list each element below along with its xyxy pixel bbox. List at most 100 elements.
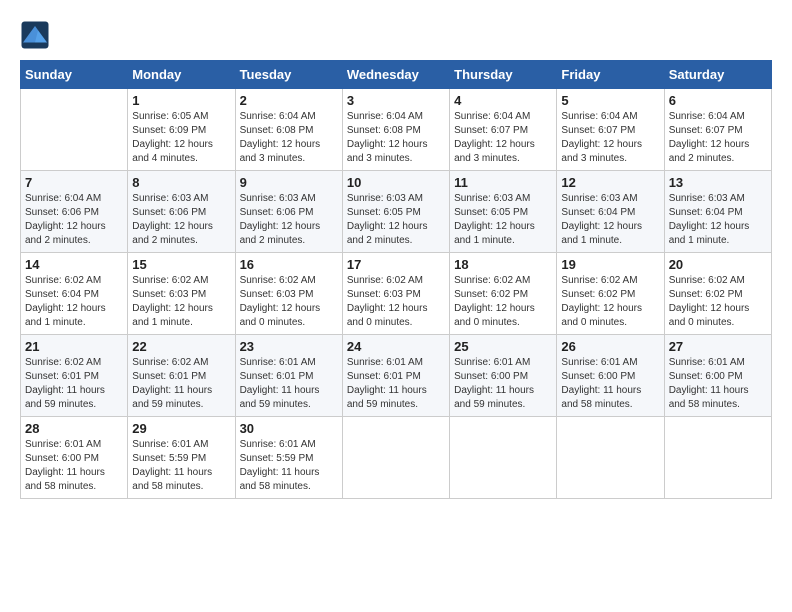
day-detail: Sunrise: 6:02 AM Sunset: 6:04 PM Dayligh… (25, 274, 123, 330)
day-detail: Sunrise: 6:01 AM Sunset: 6:01 PM Dayligh… (347, 356, 445, 412)
day-detail: Sunrise: 6:03 AM Sunset: 6:04 PM Dayligh… (669, 192, 767, 248)
calendar-cell: 4 Sunrise: 6:04 AM Sunset: 6:07 PM Daylig… (450, 89, 557, 171)
day-detail: Sunrise: 6:02 AM Sunset: 6:01 PM Dayligh… (132, 356, 230, 412)
day-number: 17 (347, 257, 445, 272)
day-number: 26 (561, 339, 659, 354)
calendar-cell: 10 Sunrise: 6:03 AM Sunset: 6:05 PM Dayli… (342, 171, 449, 253)
day-detail: Sunrise: 6:01 AM Sunset: 6:00 PM Dayligh… (669, 356, 767, 412)
day-detail: Sunrise: 6:03 AM Sunset: 6:05 PM Dayligh… (347, 192, 445, 248)
calendar-cell: 19 Sunrise: 6:02 AM Sunset: 6:02 PM Dayli… (557, 253, 664, 335)
day-detail: Sunrise: 6:04 AM Sunset: 6:07 PM Dayligh… (669, 110, 767, 166)
day-header-tuesday: Tuesday (235, 61, 342, 89)
day-detail: Sunrise: 6:02 AM Sunset: 6:02 PM Dayligh… (669, 274, 767, 330)
calendar-cell: 24 Sunrise: 6:01 AM Sunset: 6:01 PM Dayli… (342, 335, 449, 417)
day-number: 25 (454, 339, 552, 354)
day-number: 24 (347, 339, 445, 354)
day-detail: Sunrise: 6:02 AM Sunset: 6:02 PM Dayligh… (454, 274, 552, 330)
day-number: 23 (240, 339, 338, 354)
day-detail: Sunrise: 6:04 AM Sunset: 6:07 PM Dayligh… (454, 110, 552, 166)
day-detail: Sunrise: 6:01 AM Sunset: 5:59 PM Dayligh… (240, 438, 338, 494)
day-number: 29 (132, 421, 230, 436)
day-detail: Sunrise: 6:03 AM Sunset: 6:06 PM Dayligh… (132, 192, 230, 248)
day-detail: Sunrise: 6:04 AM Sunset: 6:06 PM Dayligh… (25, 192, 123, 248)
day-number: 5 (561, 93, 659, 108)
day-number: 11 (454, 175, 552, 190)
day-header-monday: Monday (128, 61, 235, 89)
day-number: 2 (240, 93, 338, 108)
calendar-cell: 5Sunrise: 6:04 AM Sunset: 6:07 PM Daylig… (557, 89, 664, 171)
day-number: 7 (25, 175, 123, 190)
day-number: 14 (25, 257, 123, 272)
day-detail: Sunrise: 6:02 AM Sunset: 6:03 PM Dayligh… (132, 274, 230, 330)
calendar-cell: 9 Sunrise: 6:03 AM Sunset: 6:06 PM Daylig… (235, 171, 342, 253)
calendar-cell (664, 417, 771, 499)
calendar-cell: 29 Sunrise: 6:01 AM Sunset: 5:59 PM Dayli… (128, 417, 235, 499)
day-number: 20 (669, 257, 767, 272)
calendar-cell: 8 Sunrise: 6:03 AM Sunset: 6:06 PM Daylig… (128, 171, 235, 253)
calendar-header-row: SundayMondayTuesdayWednesdayThursdayFrid… (21, 61, 772, 89)
logo-icon (20, 20, 50, 50)
day-detail: Sunrise: 6:02 AM Sunset: 6:03 PM Dayligh… (240, 274, 338, 330)
page-header (20, 20, 772, 50)
calendar-cell (342, 417, 449, 499)
day-number: 18 (454, 257, 552, 272)
calendar-cell: 12 Sunrise: 6:03 AM Sunset: 6:04 PM Dayli… (557, 171, 664, 253)
calendar-cell (450, 417, 557, 499)
day-number: 8 (132, 175, 230, 190)
calendar-cell: 25 Sunrise: 6:01 AM Sunset: 6:00 PM Dayli… (450, 335, 557, 417)
day-number: 9 (240, 175, 338, 190)
day-number: 1 (132, 93, 230, 108)
week-row-3: 14 Sunrise: 6:02 AM Sunset: 6:04 PM Dayli… (21, 253, 772, 335)
day-detail: Sunrise: 6:01 AM Sunset: 5:59 PM Dayligh… (132, 438, 230, 494)
day-number: 15 (132, 257, 230, 272)
calendar-cell: 30Sunrise: 6:01 AM Sunset: 5:59 PM Dayli… (235, 417, 342, 499)
day-number: 10 (347, 175, 445, 190)
calendar-cell: 2 Sunrise: 6:04 AM Sunset: 6:08 PM Daylig… (235, 89, 342, 171)
calendar-cell: 22 Sunrise: 6:02 AM Sunset: 6:01 PM Dayli… (128, 335, 235, 417)
day-header-wednesday: Wednesday (342, 61, 449, 89)
day-header-thursday: Thursday (450, 61, 557, 89)
day-number: 27 (669, 339, 767, 354)
calendar-table: SundayMondayTuesdayWednesdayThursdayFrid… (20, 60, 772, 499)
logo (20, 20, 54, 50)
calendar-cell (557, 417, 664, 499)
calendar-cell: 11Sunrise: 6:03 AM Sunset: 6:05 PM Dayli… (450, 171, 557, 253)
week-row-5: 28Sunrise: 6:01 AM Sunset: 6:00 PM Dayli… (21, 417, 772, 499)
day-detail: Sunrise: 6:02 AM Sunset: 6:02 PM Dayligh… (561, 274, 659, 330)
day-header-friday: Friday (557, 61, 664, 89)
day-header-sunday: Sunday (21, 61, 128, 89)
calendar-cell: 3Sunrise: 6:04 AM Sunset: 6:08 PM Daylig… (342, 89, 449, 171)
calendar-cell: 15 Sunrise: 6:02 AM Sunset: 6:03 PM Dayli… (128, 253, 235, 335)
calendar-cell: 17Sunrise: 6:02 AM Sunset: 6:03 PM Dayli… (342, 253, 449, 335)
day-detail: Sunrise: 6:02 AM Sunset: 6:01 PM Dayligh… (25, 356, 123, 412)
day-detail: Sunrise: 6:01 AM Sunset: 6:01 PM Dayligh… (240, 356, 338, 412)
calendar-cell (21, 89, 128, 171)
day-number: 12 (561, 175, 659, 190)
calendar-cell: 26 Sunrise: 6:01 AM Sunset: 6:00 PM Dayli… (557, 335, 664, 417)
week-row-2: 7 Sunrise: 6:04 AM Sunset: 6:06 PM Daylig… (21, 171, 772, 253)
calendar-cell: 1 Sunrise: 6:05 AM Sunset: 6:09 PM Daylig… (128, 89, 235, 171)
day-detail: Sunrise: 6:01 AM Sunset: 6:00 PM Dayligh… (454, 356, 552, 412)
day-header-saturday: Saturday (664, 61, 771, 89)
week-row-1: 1 Sunrise: 6:05 AM Sunset: 6:09 PM Daylig… (21, 89, 772, 171)
calendar-cell: 20 Sunrise: 6:02 AM Sunset: 6:02 PM Dayli… (664, 253, 771, 335)
day-number: 4 (454, 93, 552, 108)
week-row-4: 21 Sunrise: 6:02 AM Sunset: 6:01 PM Dayli… (21, 335, 772, 417)
day-number: 22 (132, 339, 230, 354)
calendar-cell: 6 Sunrise: 6:04 AM Sunset: 6:07 PM Daylig… (664, 89, 771, 171)
day-detail: Sunrise: 6:01 AM Sunset: 6:00 PM Dayligh… (561, 356, 659, 412)
calendar-cell: 18 Sunrise: 6:02 AM Sunset: 6:02 PM Dayli… (450, 253, 557, 335)
day-detail: Sunrise: 6:05 AM Sunset: 6:09 PM Dayligh… (132, 110, 230, 166)
day-number: 3 (347, 93, 445, 108)
calendar-cell: 7 Sunrise: 6:04 AM Sunset: 6:06 PM Daylig… (21, 171, 128, 253)
day-number: 6 (669, 93, 767, 108)
calendar-cell: 14 Sunrise: 6:02 AM Sunset: 6:04 PM Dayli… (21, 253, 128, 335)
day-number: 16 (240, 257, 338, 272)
day-detail: Sunrise: 6:03 AM Sunset: 6:06 PM Dayligh… (240, 192, 338, 248)
day-number: 28 (25, 421, 123, 436)
day-number: 21 (25, 339, 123, 354)
day-detail: Sunrise: 6:04 AM Sunset: 6:08 PM Dayligh… (240, 110, 338, 166)
day-number: 19 (561, 257, 659, 272)
day-detail: Sunrise: 6:03 AM Sunset: 6:04 PM Dayligh… (561, 192, 659, 248)
calendar-cell: 21 Sunrise: 6:02 AM Sunset: 6:01 PM Dayli… (21, 335, 128, 417)
